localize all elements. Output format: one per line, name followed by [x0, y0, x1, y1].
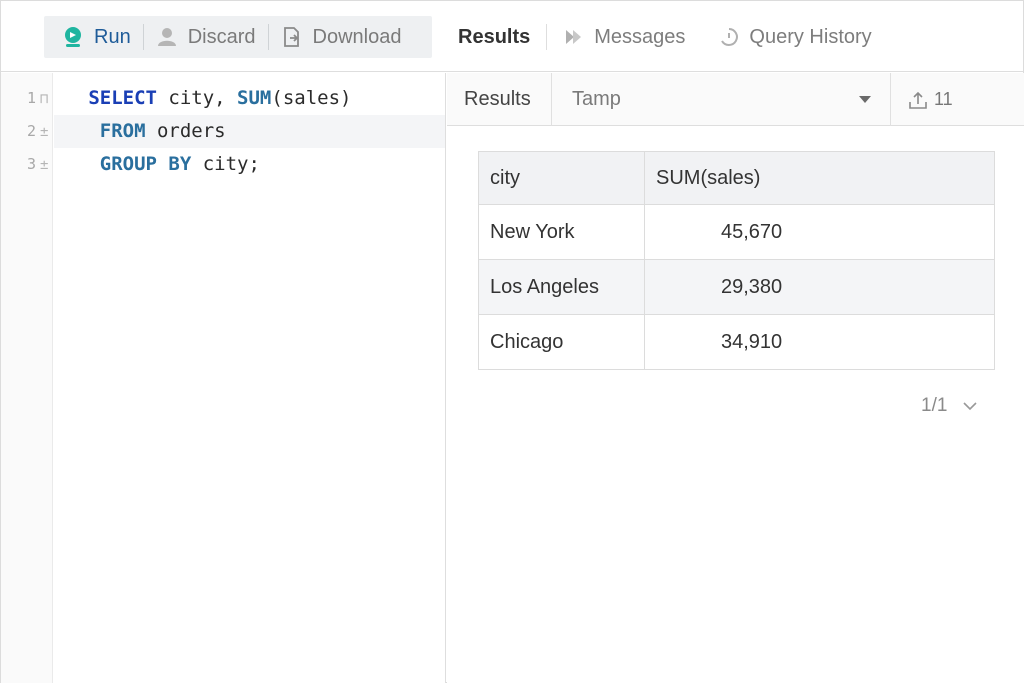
code-text: orders [145, 120, 226, 142]
code-text: city, [156, 87, 238, 109]
fold-marker[interactable]: ± [40, 157, 48, 173]
bar-divider [890, 73, 891, 126]
download-label: Download [312, 25, 402, 48]
results-bar-label: Results [464, 88, 531, 110]
code-line: SELECT city, SUM(sales) [54, 82, 445, 115]
code-line: GROUP BY city; [54, 148, 445, 181]
discard-button[interactable]: Discard [144, 16, 268, 58]
code-text: (sales) [271, 87, 352, 109]
download-button[interactable]: Download [269, 16, 414, 58]
line-number: 1 ⊓ [27, 89, 49, 107]
table-header-row: city SUM(sales) [478, 151, 995, 205]
run-button[interactable]: Run [44, 16, 143, 58]
code-text: city; [191, 153, 260, 175]
discard-label: Discard [187, 25, 256, 48]
top-toolbar: Run Discard Download Results Messages Qu… [1, 1, 1023, 72]
line-number: 2 ± [27, 122, 49, 140]
column-header-sum-sales[interactable]: SUM(sales) [644, 151, 995, 205]
results-table: city SUM(sales) New York 45,670 Los Ange… [478, 151, 995, 370]
tab-query-history[interactable]: Query History [706, 16, 883, 58]
tab-query-history-label: Query History [749, 25, 872, 48]
results-bar: Results Tamp 11 [447, 73, 1024, 126]
table-cell: Los Angeles [478, 259, 645, 315]
table-cell: 45,670 [644, 204, 995, 260]
fold-marker[interactable]: ± [40, 124, 48, 140]
table-cell: 34,910 [644, 314, 995, 370]
line-number: 3 ± [27, 155, 49, 173]
file-export-icon [283, 27, 299, 47]
tab-results[interactable]: Results [446, 16, 542, 58]
editor-toolbar: Run Discard Download [44, 16, 432, 58]
export-icon [909, 91, 927, 109]
tab-messages-label: Messages [594, 25, 686, 48]
fold-marker[interactable]: ⊓ [40, 91, 48, 107]
table-cell: 29,380 [644, 259, 995, 315]
sql-keyword: SELECT [88, 87, 157, 109]
tab-messages[interactable]: Messages [551, 16, 697, 58]
results-panel: Results Tamp 11 city SUM(sales) New York… [447, 73, 1024, 683]
tab-divider [546, 24, 548, 50]
user-icon [157, 28, 176, 46]
tab-divider [701, 24, 702, 50]
table-row[interactable]: Los Angeles 29,380 [478, 259, 995, 315]
code-area[interactable]: SELECT city, SUM(sales) FROM orders GROU… [54, 82, 445, 181]
code-line: FROM orders [54, 115, 445, 148]
sql-keyword: FROM [99, 120, 146, 142]
row-count: 11 [934, 89, 953, 109]
table-cell: New York [478, 204, 645, 260]
export-count-button[interactable]: 11 [907, 73, 953, 126]
sql-function: SUM [237, 87, 272, 109]
result-tabs: Results Messages Query History [446, 16, 884, 58]
pagination[interactable]: 1/1 [921, 395, 977, 417]
tab-results-label: Results [458, 25, 531, 48]
history-icon [721, 28, 739, 46]
page-indicator: 1/1 [921, 395, 948, 416]
table-row[interactable]: Chicago 34,910 [478, 314, 995, 370]
column-header-city[interactable]: city [478, 151, 645, 205]
sql-editor[interactable]: 1 ⊓ 2 ± 3 ± SELECT city, SUM(sales) FROM or… [1, 73, 446, 683]
table-cell: Chicago [478, 314, 645, 370]
result-set-value: Tamp [572, 88, 621, 110]
run-label: Run [94, 25, 131, 48]
result-set-select[interactable]: Tamp [552, 73, 890, 126]
chevron-down-icon[interactable] [963, 401, 977, 411]
double-arrow-icon [566, 30, 582, 44]
table-row[interactable]: New York 45,670 [478, 204, 995, 260]
sql-keyword: GROUP BY [99, 153, 192, 175]
line-gutter: 1 ⊓ 2 ± 3 ± [1, 73, 53, 683]
caret-down-icon [859, 96, 871, 103]
run-icon [65, 27, 81, 47]
app-window: Run Discard Download Results Messages Qu… [0, 0, 1024, 683]
